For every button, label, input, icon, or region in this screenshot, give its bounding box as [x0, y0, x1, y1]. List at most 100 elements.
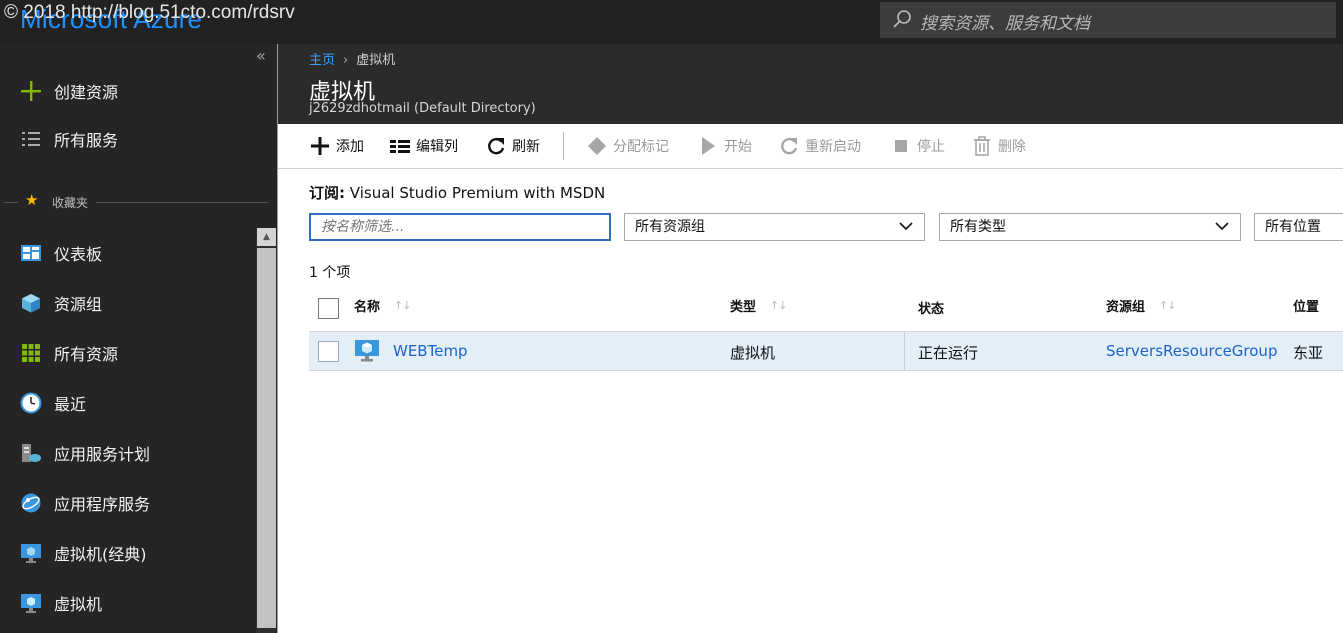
vm-type-cell: 虚拟机 [730, 344, 776, 362]
column-header-name[interactable]: 名称 ↑↓ [354, 296, 411, 315]
sidebar-item-app-service-plans[interactable]: 应用服务计划 [0, 433, 256, 473]
toolbar-separator [563, 132, 564, 160]
breadcrumb-home[interactable]: 主页 [309, 53, 335, 68]
subscription-line: 订阅: Visual Studio Premium with MSDN [309, 182, 605, 203]
column-header-label: 名称 [354, 300, 381, 315]
table-row[interactable]: WEBTemp 虚拟机 正在运行 ServersResourceGroup 东亚 [309, 332, 1343, 371]
add-button[interactable]: 添加 [309, 134, 364, 158]
trash-icon [971, 135, 993, 157]
all-resources-icon [20, 342, 42, 364]
restart-button[interactable]: 重新启动 [778, 134, 861, 158]
global-search[interactable]: 搜索资源、服务和文档 [880, 2, 1336, 38]
location-dropdown-value: 所有位置 [1265, 219, 1321, 235]
chevron-down-icon [1215, 222, 1229, 231]
column-header-status: 状态 [918, 298, 944, 317]
sidebar-item-label: 应用程序服务 [54, 495, 151, 514]
sidebar-item-dashboard[interactable]: 仪表板 [0, 233, 256, 273]
blade-header: 主页 › 虚拟机 虚拟机 j2629zdhotmail (Default Direc… [278, 44, 1343, 124]
scroll-up-icon[interactable]: ▲ [257, 228, 276, 246]
vm-icon [354, 339, 380, 363]
sidebar-item-label: 资源组 [54, 295, 103, 314]
delete-button[interactable]: 删除 [971, 134, 1026, 158]
chevron-down-icon [899, 222, 913, 231]
search-input[interactable]: 搜索资源、服务和文档 [920, 9, 1090, 34]
sidebar-item-vm-classic[interactable]: 虚拟机(经典) [0, 533, 256, 573]
star-icon: ★ [25, 191, 39, 209]
type-dropdown[interactable]: 所有类型 [939, 213, 1241, 241]
column-header-label: 位置 [1293, 300, 1320, 315]
sidebar-item-label: 所有服务 [54, 131, 119, 150]
vm-status-cell: 正在运行 [918, 344, 979, 362]
sidebar-scrollbar[interactable]: ▲ [256, 228, 276, 633]
sidebar: « 创建资源 所有服务 ★ 收藏夹 仪表板 资源组 所有资源 最近 应用服务计划… [0, 44, 277, 633]
assign-tags-label: 分配标记 [613, 139, 669, 155]
watermark: © 2018 http://blog.51cto.com/rdsrv [4, 2, 295, 23]
column-header-label: 状态 [918, 302, 945, 317]
column-header-label: 资源组 [1106, 300, 1146, 315]
top-bar: Microsoft Azure © 2018 http://blog.51cto… [0, 0, 1343, 44]
sidebar-item-create-resource[interactable]: 创建资源 [0, 71, 256, 111]
collapse-sidebar-button[interactable]: « [256, 46, 266, 65]
sidebar-item-label: 虚拟机 [54, 595, 103, 614]
sidebar-item-recent[interactable]: 最近 [0, 383, 256, 423]
column-header-type[interactable]: 类型 ↑↓ [730, 296, 787, 315]
sidebar-item-label: 仪表板 [54, 245, 103, 264]
sidebar-item-all-services[interactable]: 所有服务 [0, 119, 256, 159]
stop-icon [890, 135, 912, 157]
play-icon [697, 135, 719, 157]
location-dropdown[interactable]: 所有位置 [1254, 213, 1343, 241]
vm-icon [20, 592, 42, 614]
start-button[interactable]: 开始 [697, 134, 752, 158]
resource-group-dropdown[interactable]: 所有资源组 [624, 213, 925, 241]
assign-tags-button[interactable]: 分配标记 [586, 134, 669, 158]
plus-icon [309, 135, 331, 157]
stop-label: 停止 [917, 139, 945, 155]
scrollbar-thumb[interactable] [257, 248, 276, 628]
column-header-location[interactable]: 位置 [1293, 296, 1319, 315]
vm-location-cell: 东亚 [1293, 344, 1324, 362]
sidebar-item-label: 最近 [54, 395, 87, 414]
dashboard-icon [20, 242, 42, 264]
select-all-checkbox[interactable] [318, 298, 339, 319]
stop-button[interactable]: 停止 [890, 134, 945, 158]
breadcrumb-current: 虚拟机 [356, 53, 396, 68]
sidebar-item-app-services[interactable]: 应用程序服务 [0, 483, 256, 523]
app-service-plan-icon [20, 442, 42, 464]
row-checkbox[interactable] [318, 341, 339, 362]
command-bar: 添加 编辑列 刷新 分配标记 开始 重新启动 停止 删除 [278, 124, 1343, 169]
app-services-icon [20, 492, 42, 514]
breadcrumb-separator: › [343, 53, 349, 68]
resource-group-link[interactable]: ServersResourceGroup [1106, 342, 1277, 360]
refresh-label: 刷新 [512, 139, 540, 155]
sidebar-item-label: 应用服务计划 [54, 445, 151, 464]
column-header-label: 类型 [730, 300, 757, 315]
subscription-label: 订阅: [309, 184, 345, 202]
table-header: 名称 ↑↓ 类型 ↑↓ 状态 资源组 ↑↓ 位置 [309, 289, 1343, 332]
sort-icon: ↑↓ [394, 299, 411, 312]
clock-icon [20, 392, 42, 414]
column-header-resource-group[interactable]: 资源组 ↑↓ [1106, 296, 1176, 315]
refresh-icon [485, 135, 507, 157]
page-subtitle: j2629zdhotmail (Default Directory) [309, 101, 536, 116]
edit-columns-button[interactable]: 编辑列 [389, 134, 458, 158]
sort-icon: ↑↓ [770, 299, 787, 312]
columns-icon [389, 135, 411, 157]
plus-icon [20, 80, 42, 102]
main-blade: 主页 › 虚拟机 虚拟机 j2629zdhotmail (Default Direc… [277, 44, 1343, 633]
sidebar-item-resource-groups[interactable]: 资源组 [0, 283, 256, 323]
resource-group-dropdown-value: 所有资源组 [635, 219, 705, 235]
sidebar-item-label: 所有资源 [54, 345, 119, 364]
vm-name-link[interactable]: WEBTemp [393, 342, 468, 360]
name-filter-input[interactable] [309, 213, 611, 241]
sidebar-item-virtual-machines[interactable]: 虚拟机 [0, 583, 256, 623]
breadcrumb: 主页 › 虚拟机 [309, 49, 395, 68]
column-divider [904, 332, 905, 371]
favorites-header: ★ 收藏夹 [0, 191, 270, 212]
delete-label: 删除 [998, 139, 1026, 155]
type-dropdown-value: 所有类型 [950, 219, 1006, 235]
refresh-button[interactable]: 刷新 [485, 134, 540, 158]
tag-icon [586, 135, 608, 157]
edit-columns-label: 编辑列 [416, 139, 458, 155]
sort-icon: ↑↓ [1159, 299, 1176, 312]
sidebar-item-all-resources[interactable]: 所有资源 [0, 333, 256, 373]
